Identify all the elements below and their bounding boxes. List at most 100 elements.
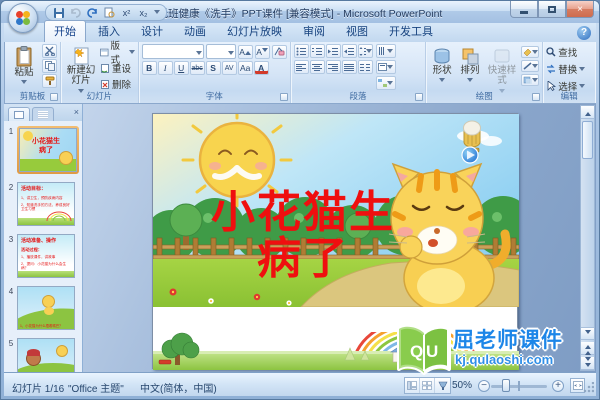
align-right-button[interactable]: [325, 60, 341, 74]
character-spacing-button[interactable]: AV: [221, 61, 237, 75]
text-direction-button[interactable]: [375, 44, 396, 58]
slide-thumbnail-2[interactable]: 活动目标： 1、讲卫生，预防疾病内容 2、知道洗手的方法，养成良好卫生习惯: [17, 182, 75, 226]
redo-button[interactable]: [86, 6, 99, 19]
office-button[interactable]: [8, 3, 38, 33]
justify-button[interactable]: [341, 60, 357, 74]
quick-styles-button[interactable]: 快速样式: [485, 44, 519, 96]
undo-button[interactable]: [69, 6, 82, 19]
thumbnail-row: 4 1、小花猫为什么捂着嘴巴？: [5, 286, 81, 330]
slide-thumbnail-1[interactable]: 小花猫生 病了: [17, 126, 79, 174]
shape-outline-icon: [523, 62, 532, 70]
align-text-icon: [378, 63, 388, 71]
italic-button[interactable]: I: [157, 61, 173, 75]
slides-tab[interactable]: [8, 107, 30, 121]
font-size-combobox[interactable]: [205, 44, 236, 59]
paste-button[interactable]: 粘贴: [8, 44, 40, 88]
save-icon: [53, 7, 64, 18]
delete-slide-button[interactable]: 删除: [100, 77, 135, 91]
shape-outline-button[interactable]: [521, 60, 540, 72]
format-painter-button[interactable]: [42, 74, 57, 88]
redo-icon: [87, 8, 97, 18]
increase-indent-button[interactable]: [341, 44, 357, 58]
shape-fill-button[interactable]: [521, 46, 540, 58]
language-indicator[interactable]: 中文(简体，中国): [140, 380, 217, 395]
font-dialog-launcher[interactable]: [279, 93, 288, 101]
subscript-button[interactable]: x₂: [137, 6, 150, 19]
customize-qat-dropdown[interactable]: [154, 10, 160, 17]
copy-button[interactable]: [42, 59, 57, 73]
underline-button[interactable]: U: [173, 61, 189, 75]
tab-review[interactable]: 审阅: [294, 21, 334, 42]
print-preview-button[interactable]: [103, 6, 116, 19]
maximize-button[interactable]: [538, 1, 566, 18]
cut-button[interactable]: [42, 44, 57, 58]
shapes-icon: [434, 48, 450, 64]
delete-icon: [101, 79, 109, 89]
bullets-button[interactable]: [293, 44, 309, 58]
slide-thumbnail-3[interactable]: 活动准备、操作 活动过程： 1、播放课件，讲故事 2、提问：小花猫为什么会生病？: [17, 234, 75, 278]
layout-button[interactable]: 版式: [100, 41, 135, 66]
clear-formatting-button[interactable]: [271, 44, 287, 59]
editing-group: 查找 替换 选择 编辑: [543, 42, 595, 103]
close-button[interactable]: ×: [566, 1, 594, 18]
save-button[interactable]: [52, 6, 65, 19]
find-button[interactable]: 查找: [546, 45, 592, 59]
clipboard-dialog-launcher[interactable]: [50, 93, 58, 101]
minimize-icon: [520, 10, 528, 14]
clipboard-group: 粘贴 剪贴板: [5, 42, 61, 103]
scrollbar-thumb[interactable]: [582, 121, 593, 159]
align-center-button[interactable]: [309, 60, 325, 74]
slide-thumbnail-5[interactable]: [17, 338, 75, 372]
drawing-dialog-launcher[interactable]: [532, 93, 541, 101]
tab-home[interactable]: 开始: [44, 20, 86, 42]
tab-view[interactable]: 视图: [337, 21, 377, 42]
help-button[interactable]: ?: [577, 26, 591, 40]
scroll-up-button[interactable]: [581, 106, 594, 119]
align-left-button[interactable]: [293, 60, 309, 74]
slides-group: 新建幻灯片 版式 重设 删除 幻灯片: [61, 41, 139, 103]
convert-smartart-button[interactable]: [375, 76, 396, 90]
strikethrough-button[interactable]: abc: [189, 61, 205, 75]
panel-close-button[interactable]: ×: [74, 107, 79, 117]
paragraph-dialog-launcher[interactable]: [415, 93, 424, 101]
decrease-indent-button[interactable]: [325, 44, 341, 58]
increase-indent-icon: [344, 47, 355, 55]
font-color-button[interactable]: A: [253, 61, 269, 75]
text-shadow-button[interactable]: S: [205, 61, 221, 75]
replace-button[interactable]: 替换: [546, 62, 592, 76]
align-left-icon: [296, 63, 307, 71]
copy-icon: [44, 61, 55, 71]
slide-thumbnail-4[interactable]: 1、小花猫为什么捂着嘴巴？: [17, 286, 75, 330]
arrange-button[interactable]: 排列: [457, 44, 483, 85]
tab-slideshow[interactable]: 幻灯片放映: [218, 21, 291, 42]
layout-icon: [100, 48, 109, 56]
minimize-button[interactable]: [510, 1, 538, 18]
thumbnail-row: 2 活动目标： 1、讲卫生，预防疾病内容 2、知道洗手的方法，养成良好卫生习惯: [5, 182, 81, 226]
panel-tabs: ×: [4, 104, 82, 121]
ribbon: 粘贴 剪贴板 新建幻灯片 版式 重设 删除 幻灯片 A A B I U abc …: [4, 41, 596, 104]
window-title: 托班健康《洗手》PPT课件 [兼容模式] - Microsoft PowerPo…: [157, 8, 443, 20]
shrink-font-button[interactable]: A: [254, 44, 270, 59]
sound-media-object[interactable]: [461, 120, 481, 164]
font-group: A A B I U abc S AV Aa A 字体: [139, 42, 291, 103]
reset-button[interactable]: 重设: [100, 61, 135, 75]
tab-animations[interactable]: 动画: [175, 21, 215, 42]
new-slide-button[interactable]: 新建幻灯片: [64, 44, 98, 96]
superscript-button[interactable]: x²: [120, 6, 133, 19]
slide-title-textbox[interactable]: 小花猫生 病了: [153, 189, 453, 282]
shape-effects-button[interactable]: [521, 74, 540, 86]
shapes-button[interactable]: 形状: [429, 44, 455, 85]
grow-font-button[interactable]: A: [237, 44, 253, 59]
font-name-combobox[interactable]: [141, 44, 204, 59]
change-case-button[interactable]: Aa: [237, 61, 253, 75]
align-text-button[interactable]: [375, 60, 396, 74]
line-spacing-button[interactable]: [357, 44, 373, 58]
numbering-button[interactable]: [309, 44, 325, 58]
outline-tab[interactable]: [32, 107, 54, 121]
ribbon-tab-row: 开始 插入 设计 动画 幻灯片放映 审阅 视图 开发工具: [4, 20, 596, 42]
tab-developer[interactable]: 开发工具: [380, 21, 442, 42]
columns-button[interactable]: [357, 60, 373, 74]
bold-button[interactable]: B: [141, 61, 157, 75]
justify-icon: [344, 63, 355, 71]
tab-design[interactable]: 设计: [132, 21, 172, 42]
